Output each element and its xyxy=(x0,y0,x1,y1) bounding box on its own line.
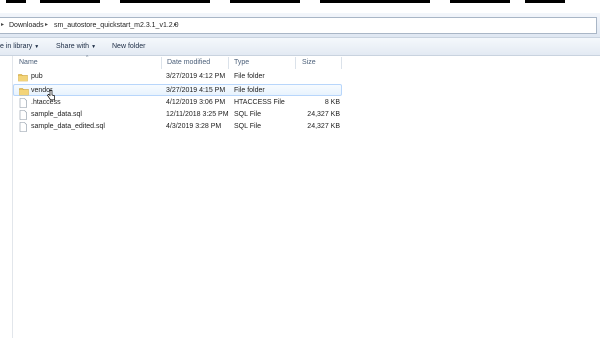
dropdown-arrow-icon: ▼ xyxy=(91,44,97,50)
file-icon xyxy=(19,122,27,132)
file-icon xyxy=(19,98,27,108)
include-in-library-button[interactable]: e in library ▼ xyxy=(0,38,39,55)
file-date: 4/3/2019 3:28 PM xyxy=(166,123,222,130)
new-folder-button[interactable]: New folder xyxy=(112,38,145,55)
file-type: File folder xyxy=(234,73,265,80)
file-date: 4/12/2019 3:06 PM xyxy=(166,99,226,106)
address-bar: ▸ Downloads ▸ sm_autostore_quickstart_m2… xyxy=(0,13,600,38)
column-name[interactable]: Name xyxy=(19,56,38,70)
column-divider[interactable] xyxy=(341,57,342,69)
file-size: 24,327 KB xyxy=(307,111,340,118)
file-name: sample_data.sql xyxy=(31,111,82,118)
file-icon xyxy=(19,110,27,120)
command-toolbar: e in library ▼ Share with ▼ New folder xyxy=(0,38,600,56)
file-row-pub[interactable]: pub 3/27/2019 4:12 PM File folder xyxy=(13,71,342,83)
top-glitch-bar xyxy=(0,0,600,13)
column-type[interactable]: Type xyxy=(234,56,249,70)
file-type: SQL File xyxy=(234,123,261,130)
file-row-sample-data-edited-sql[interactable]: sample_data_edited.sql 4/3/2019 3:28 PM … xyxy=(13,121,342,133)
chevron-right-icon[interactable]: ▸ xyxy=(174,18,177,33)
file-row-htaccess[interactable]: .htaccess 4/12/2019 3:06 PM HTACCESS Fil… xyxy=(13,97,342,109)
file-date: 12/11/2018 3:25 PM xyxy=(166,111,229,118)
chevron-right-icon[interactable]: ▸ xyxy=(45,18,48,33)
column-divider[interactable] xyxy=(161,57,162,69)
share-with-button[interactable]: Share with ▼ xyxy=(56,38,96,55)
file-row-vendor[interactable]: vendor 3/27/2019 4:15 PM File folder xyxy=(13,84,342,96)
file-name: sample_data_edited.sql xyxy=(31,123,105,130)
folder-icon xyxy=(19,88,29,96)
breadcrumb-downloads[interactable]: Downloads xyxy=(9,18,44,33)
column-header: Name ^ Date modified Type Size xyxy=(13,55,600,70)
file-date: 3/27/2019 4:15 PM xyxy=(166,87,226,94)
column-size[interactable]: Size xyxy=(302,56,316,70)
folder-icon xyxy=(18,74,28,82)
mouse-pointer-icon xyxy=(47,90,55,101)
column-divider[interactable] xyxy=(295,57,296,69)
collapse-caret-icon[interactable]: ^ xyxy=(86,55,88,61)
file-type: File folder xyxy=(234,87,265,94)
file-size: 24,327 KB xyxy=(307,123,340,130)
dropdown-arrow-icon: ▼ xyxy=(34,44,40,50)
navigation-pane[interactable] xyxy=(0,56,13,338)
file-date: 3/27/2019 4:12 PM xyxy=(166,73,226,80)
column-date-modified[interactable]: Date modified xyxy=(167,56,210,70)
include-in-library-label: e in library xyxy=(0,43,33,50)
file-row-sample-data-sql[interactable]: sample_data.sql 12/11/2018 3:25 PM SQL F… xyxy=(13,109,342,121)
breadcrumb-current-folder[interactable]: sm_autostore_quickstart_m2.3.1_v1.2.0 xyxy=(54,18,179,33)
share-with-label: Share with xyxy=(56,43,90,50)
file-name: pub xyxy=(31,73,43,80)
file-type: SQL File xyxy=(234,111,261,118)
chevron-right-icon[interactable]: ▸ xyxy=(1,18,4,33)
column-divider[interactable] xyxy=(228,57,229,69)
file-size: 8 KB xyxy=(324,99,340,106)
address-field[interactable]: ▸ Downloads ▸ sm_autostore_quickstart_m2… xyxy=(0,17,597,34)
file-type: HTACCESS File xyxy=(234,99,285,106)
